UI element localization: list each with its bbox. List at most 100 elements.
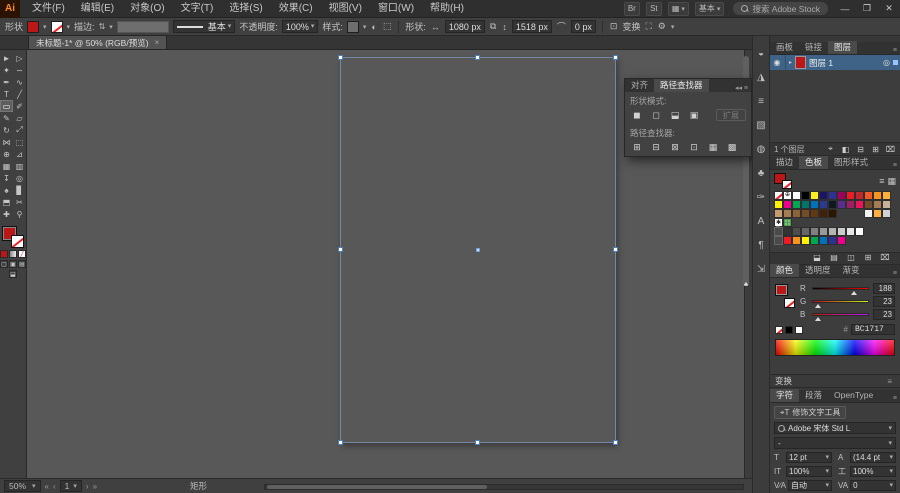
color-spectrum-bar[interactable] — [775, 339, 895, 356]
tab-链接[interactable]: 链接 — [799, 41, 828, 54]
swatch[interactable] — [873, 209, 882, 218]
delete-layer-icon[interactable]: ⌧ — [885, 143, 896, 155]
select-similar-icon[interactable]: ⚙ — [657, 21, 667, 32]
arrange-documents-button[interactable]: ▦ ▾ — [667, 1, 689, 16]
swatch[interactable] — [864, 209, 873, 218]
slice-tool[interactable]: ✂ — [13, 196, 26, 208]
align-grid-icon[interactable]: ⊡ — [609, 21, 619, 32]
scale-tool[interactable]: ⤢ — [13, 124, 26, 136]
expand-button[interactable]: 扩展 — [716, 109, 746, 121]
divide-icon[interactable]: ⊞ — [630, 141, 644, 153]
swatch[interactable] — [846, 191, 855, 200]
layer-target-icon[interactable]: ◎ — [883, 58, 890, 67]
swatch-libraries-icon[interactable]: ⬓ — [811, 252, 823, 264]
panel-menu-icon[interactable]: ≡ — [893, 270, 900, 277]
shape-width-field[interactable]: 1080 px — [444, 20, 485, 33]
panel-menu-icon[interactable]: ≡ — [893, 162, 900, 169]
swatch[interactable] — [828, 200, 837, 209]
line-segment-tool[interactable]: ╱ — [13, 88, 26, 100]
transform-link[interactable]: 变换 — [622, 20, 640, 33]
tracking-field[interactable]: 0 ▾ — [850, 480, 896, 491]
trim-icon[interactable]: ⊟ — [649, 141, 663, 153]
document-tab[interactable]: 未标题-1* @ 50% (RGB/预览) × — [28, 35, 168, 49]
draw-normal-button[interactable]: ▢ — [0, 260, 8, 268]
chevron-down-icon[interactable]: ▾ — [671, 23, 675, 31]
new-swatch-icon[interactable]: ⊞ — [862, 252, 874, 264]
prev-artboard-button[interactable]: ‹ — [53, 482, 56, 491]
color-mode-button[interactable] — [0, 250, 8, 258]
stroke-chevron-icon[interactable]: ▾ — [67, 23, 71, 31]
horizontal-scale-field[interactable]: 100% ▾ — [850, 466, 896, 477]
corner-radius-field[interactable]: 0 px — [570, 20, 596, 33]
align-options-icon[interactable]: ⬚ — [382, 21, 393, 32]
stroke-weight-stepper[interactable]: ⇅ — [99, 22, 106, 31]
minus-front-icon[interactable]: ◻ — [649, 109, 663, 121]
tab-渐变[interactable]: 渐变 — [837, 264, 866, 277]
list-view-icon[interactable]: ≡ — [879, 176, 884, 187]
handle-middle-right[interactable] — [613, 247, 618, 252]
tab-画板[interactable]: 画板 — [770, 41, 799, 54]
red-slider[interactable] — [812, 287, 869, 295]
tab-段落[interactable]: 段落 — [799, 389, 828, 402]
stock-icon[interactable]: St — [645, 1, 662, 16]
draw-behind-button[interactable]: ▣ — [9, 260, 17, 268]
red-value-field[interactable]: 188 — [873, 283, 895, 294]
minus-back-icon[interactable]: ▩ — [725, 141, 739, 153]
swatch[interactable] — [792, 236, 801, 245]
locate-object-icon[interactable]: ⌖ — [825, 143, 836, 155]
font-size-field[interactable]: 12 pt ▾ — [786, 452, 832, 463]
unite-icon[interactable]: ◼ — [630, 109, 644, 121]
minimize-button[interactable]: — — [834, 0, 856, 18]
style-chevron-icon[interactable]: ▾ — [363, 23, 367, 31]
tab-色板[interactable]: 色板 — [799, 156, 829, 169]
blend-tool[interactable]: ◎ — [13, 172, 26, 184]
menu-item-7[interactable]: 窗口(W) — [370, 0, 422, 18]
character-styles-panel-icon[interactable]: A — [753, 214, 769, 229]
expand-arrow-icon[interactable]: ▸ — [789, 59, 792, 66]
center-point[interactable] — [476, 248, 480, 252]
swatch[interactable] — [864, 191, 873, 200]
visibility-eye-icon[interactable]: ◉ — [772, 58, 782, 67]
menu-item-2[interactable]: 对象(O) — [122, 0, 172, 18]
perspective-grid-tool[interactable]: ⊿ — [13, 148, 26, 160]
panel-menu-icon[interactable]: ≡ — [887, 377, 895, 386]
selected-rectangle[interactable] — [338, 55, 618, 445]
mesh-tool[interactable]: ▦ — [0, 160, 13, 172]
leading-field[interactable]: (14.4 pt ▾ — [850, 452, 896, 463]
menu-item-4[interactable]: 选择(S) — [221, 0, 270, 18]
handle-top-center[interactable] — [475, 55, 480, 60]
color-group-folder-icon[interactable] — [774, 235, 783, 245]
swatch[interactable] — [810, 236, 819, 245]
pathfinder-tab-对齐[interactable]: 对齐 — [625, 79, 654, 92]
swatch[interactable] — [828, 236, 837, 245]
swatch[interactable] — [810, 200, 819, 209]
swatch[interactable] — [801, 236, 810, 245]
column-graph-tool[interactable]: ▊ — [13, 184, 26, 196]
zoom-tool[interactable]: ⚲ — [13, 208, 26, 220]
new-layer-icon[interactable]: ⊞ — [870, 143, 881, 155]
white-chip[interactable] — [795, 325, 803, 334]
paragraph-styles-panel-icon[interactable]: ¶ — [753, 238, 769, 253]
menu-item-6[interactable]: 视图(V) — [321, 0, 370, 18]
swatch[interactable] — [792, 200, 801, 209]
panel-menu-icon[interactable]: ◂◂ ≡ — [735, 84, 751, 92]
first-artboard-button[interactable]: « — [45, 482, 49, 491]
stroke-panel-icon[interactable]: ≡ — [753, 94, 769, 109]
black-chip[interactable] — [785, 325, 793, 334]
brushes-panel-icon[interactable]: ✑ — [753, 190, 769, 205]
recolor-artwork-icon[interactable]: ◐ — [370, 22, 377, 32]
swatch[interactable] — [792, 227, 801, 236]
swatch[interactable] — [774, 209, 783, 218]
swatch[interactable] — [819, 236, 828, 245]
swatch[interactable] — [855, 191, 864, 200]
swatch[interactable] — [783, 209, 792, 218]
grid-view-icon[interactable]: ▦ — [887, 176, 896, 187]
crop-icon[interactable]: ⊡ — [687, 141, 701, 153]
constrain-proportions-icon[interactable]: ⧉ — [489, 21, 497, 32]
brush-definition-dropdown[interactable]: 基本 ▾ — [172, 20, 236, 33]
swatch[interactable] — [801, 200, 810, 209]
gradient-panel-icon[interactable]: ▧ — [753, 118, 769, 133]
swatches-fill-stroke-indicator[interactable] — [774, 173, 792, 189]
bridge-icon[interactable]: Br — [623, 1, 640, 16]
selection-tool[interactable]: ► — [0, 52, 13, 64]
